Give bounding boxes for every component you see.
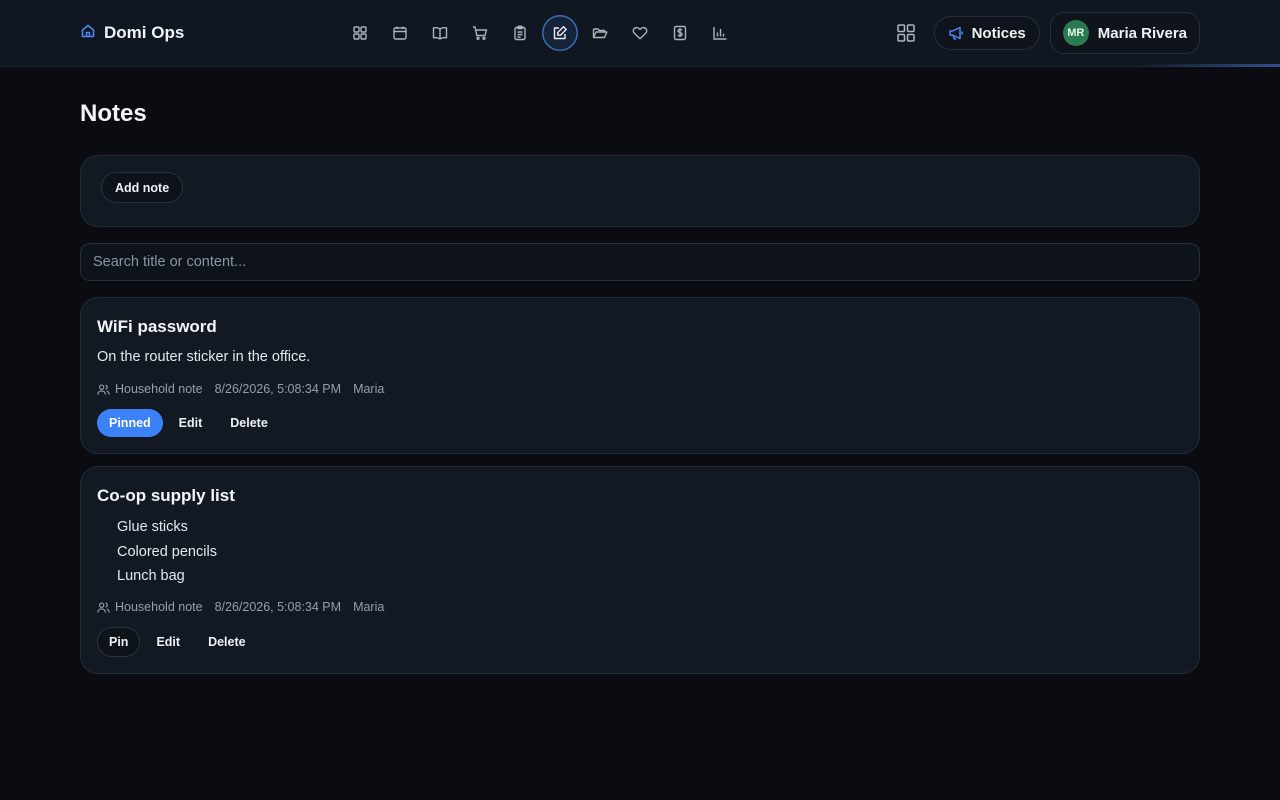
nav-notes[interactable] bbox=[542, 15, 578, 51]
notes-edit-icon bbox=[553, 26, 567, 40]
delete-button[interactable]: Delete bbox=[218, 409, 280, 437]
nav-finance[interactable] bbox=[662, 15, 698, 51]
avatar: MR bbox=[1062, 20, 1089, 46]
note-title: Co-op supply list bbox=[97, 486, 235, 505]
main-nav bbox=[342, 15, 738, 51]
nav-reports[interactable] bbox=[702, 15, 738, 51]
home-icon bbox=[80, 23, 96, 44]
nav-calendar[interactable] bbox=[382, 15, 418, 51]
note-actions: Pin Edit Delete bbox=[97, 627, 258, 657]
users-icon bbox=[97, 601, 110, 613]
note-meta: Household note 8/26/2026, 5:08:34 PM Mar… bbox=[97, 382, 384, 396]
book-icon bbox=[432, 26, 448, 40]
apps-button[interactable] bbox=[888, 15, 924, 51]
dashboard-icon bbox=[353, 26, 367, 40]
note-author: Maria bbox=[353, 382, 385, 396]
cart-icon bbox=[473, 26, 488, 41]
dollar-icon bbox=[673, 25, 687, 41]
note-author: Maria bbox=[353, 600, 385, 614]
users-icon bbox=[97, 383, 110, 395]
megaphone-icon bbox=[948, 26, 963, 40]
folder-icon bbox=[592, 28, 608, 39]
nav-tasks[interactable] bbox=[502, 15, 538, 51]
delete-button[interactable]: Delete bbox=[196, 628, 258, 656]
note-scope: Household note bbox=[115, 600, 203, 614]
note-scope: Household note bbox=[115, 382, 203, 396]
bar-chart-icon bbox=[713, 27, 727, 40]
notices-label: Notices bbox=[971, 24, 1026, 42]
pin-button[interactable]: Pin bbox=[97, 627, 141, 657]
brand[interactable]: Domi Ops bbox=[80, 22, 184, 44]
note-timestamp: 8/26/2026, 5:08:34 PM bbox=[214, 382, 342, 396]
note-checklist: Glue sticks Colored pencils Lunch bag bbox=[117, 517, 217, 591]
note-actions: Pinned Edit Delete bbox=[97, 409, 280, 437]
notices-button[interactable]: Notices bbox=[933, 16, 1040, 50]
nav-book[interactable] bbox=[422, 15, 458, 51]
nav-files[interactable] bbox=[582, 15, 618, 51]
calendar-icon bbox=[393, 26, 407, 40]
header-tools: Notices MR Maria Rivera bbox=[888, 12, 1200, 54]
clipboard-icon bbox=[514, 25, 526, 41]
note-card: WiFi password On the router sticker in t… bbox=[80, 297, 1200, 454]
edit-button[interactable]: Edit bbox=[167, 409, 215, 437]
note-timestamp: 8/26/2026, 5:08:34 PM bbox=[214, 600, 342, 614]
note-content: On the router sticker in the office. bbox=[97, 349, 311, 365]
nav-health[interactable] bbox=[622, 15, 658, 51]
nav-shopping[interactable] bbox=[462, 15, 498, 51]
pinned-toggle-button[interactable]: Pinned bbox=[97, 409, 163, 437]
list-item: Lunch bag bbox=[117, 568, 185, 584]
heart-icon bbox=[632, 26, 648, 40]
note-meta: Household note 8/26/2026, 5:08:34 PM Mar… bbox=[97, 600, 384, 614]
nav-dashboard[interactable] bbox=[342, 15, 378, 51]
note-title: WiFi password bbox=[97, 317, 217, 336]
search-input[interactable] bbox=[80, 243, 1200, 281]
user-name: Maria Rivera bbox=[1097, 24, 1187, 42]
list-item: Glue sticks bbox=[117, 519, 188, 535]
user-menu-button[interactable]: MR Maria Rivera bbox=[1049, 12, 1200, 54]
note-card: Co-op supply list Glue sticks Colored pe… bbox=[80, 466, 1200, 674]
grid-icon bbox=[896, 24, 915, 42]
top-bar: Domi Ops Notices MR Maria Rivera bbox=[0, 0, 1280, 67]
page-title: Notes bbox=[80, 100, 147, 127]
add-note-button[interactable]: Add note bbox=[101, 172, 184, 203]
add-note-panel: Add note bbox=[80, 155, 1200, 227]
list-item: Colored pencils bbox=[117, 543, 217, 560]
brand-name: Domi Ops bbox=[104, 23, 185, 42]
edit-button[interactable]: Edit bbox=[144, 628, 192, 656]
